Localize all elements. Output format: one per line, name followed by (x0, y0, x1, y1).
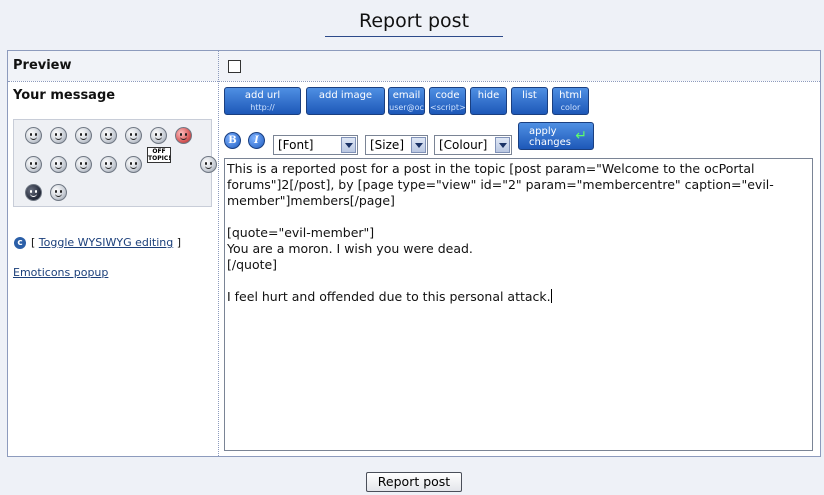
add-image-button[interactable]: add image (306, 87, 385, 115)
message-text: This is a reported post for a post in th… (227, 161, 774, 304)
emoticon-shocked-icon[interactable] (50, 184, 67, 201)
list-button[interactable]: list (511, 87, 548, 115)
preview-checkbox[interactable] (228, 60, 241, 73)
email-button[interactable]: email user@oc (388, 87, 425, 115)
emoticon-ninja-icon[interactable] (25, 184, 42, 201)
chevron-down-icon (495, 137, 510, 153)
bold-button[interactable]: B (224, 132, 241, 149)
emoticon-whistle-icon[interactable] (125, 156, 142, 173)
emoticon-blush-icon[interactable] (100, 127, 117, 144)
page-title: Report post (325, 8, 503, 37)
emoticon-cool-icon[interactable] (25, 156, 42, 173)
add-url-button[interactable]: add url http:// (224, 87, 301, 115)
colour-select[interactable]: [Colour] (434, 135, 512, 155)
html-button[interactable]: html color (552, 87, 589, 115)
chevron-down-icon (411, 137, 426, 153)
apply-changes-button[interactable]: apply changes ↵ (518, 122, 594, 150)
emoticon-smile2-icon[interactable] (200, 156, 217, 173)
code-button[interactable]: code <script> (429, 87, 466, 115)
hide-button[interactable]: hide (470, 87, 507, 115)
emoticon-offtopic-icon[interactable]: OFF TOPIC! (147, 147, 171, 163)
emoticons-popup-link[interactable]: Emoticons popup (13, 266, 108, 279)
emoticon-happy-icon[interactable] (125, 127, 142, 144)
ocportal-c-icon: c (14, 237, 26, 249)
emoticon-tongue-icon[interactable] (150, 127, 167, 144)
emoticon-grin-icon[interactable] (50, 156, 67, 173)
text-caret (550, 289, 552, 303)
italic-button[interactable]: I (248, 132, 265, 149)
report-form: Preview Your message OFF TOPIC! c[ Toggl… (7, 50, 821, 457)
chevron-down-icon (341, 137, 356, 153)
column-divider (218, 51, 219, 456)
toggle-wysiwyg-row: c[ Toggle WYSIWYG editing ] (14, 236, 181, 249)
preview-row (8, 51, 820, 81)
toggle-wysiwyg-link[interactable]: Toggle WYSIWYG editing (39, 236, 173, 249)
emoticon-wink-icon[interactable] (75, 127, 92, 144)
message-textarea[interactable]: This is a reported post for a post in th… (224, 158, 813, 451)
row-divider (8, 81, 820, 82)
message-label: Your message (13, 88, 116, 103)
emoticons-panel (13, 119, 217, 207)
preview-label: Preview (13, 58, 72, 73)
emoticon-smile-icon[interactable] (25, 127, 42, 144)
emoticon-neutral-icon[interactable] (100, 156, 117, 173)
font-select[interactable]: [Font] (273, 135, 358, 155)
report-post-button[interactable]: Report post (366, 472, 462, 492)
emoticon-love-icon[interactable] (175, 127, 192, 144)
emoticon-laugh-icon[interactable] (50, 127, 67, 144)
size-select[interactable]: [Size] (365, 135, 428, 155)
enter-arrow-icon: ↵ (575, 128, 587, 144)
emoticon-sad-icon[interactable] (75, 156, 92, 173)
